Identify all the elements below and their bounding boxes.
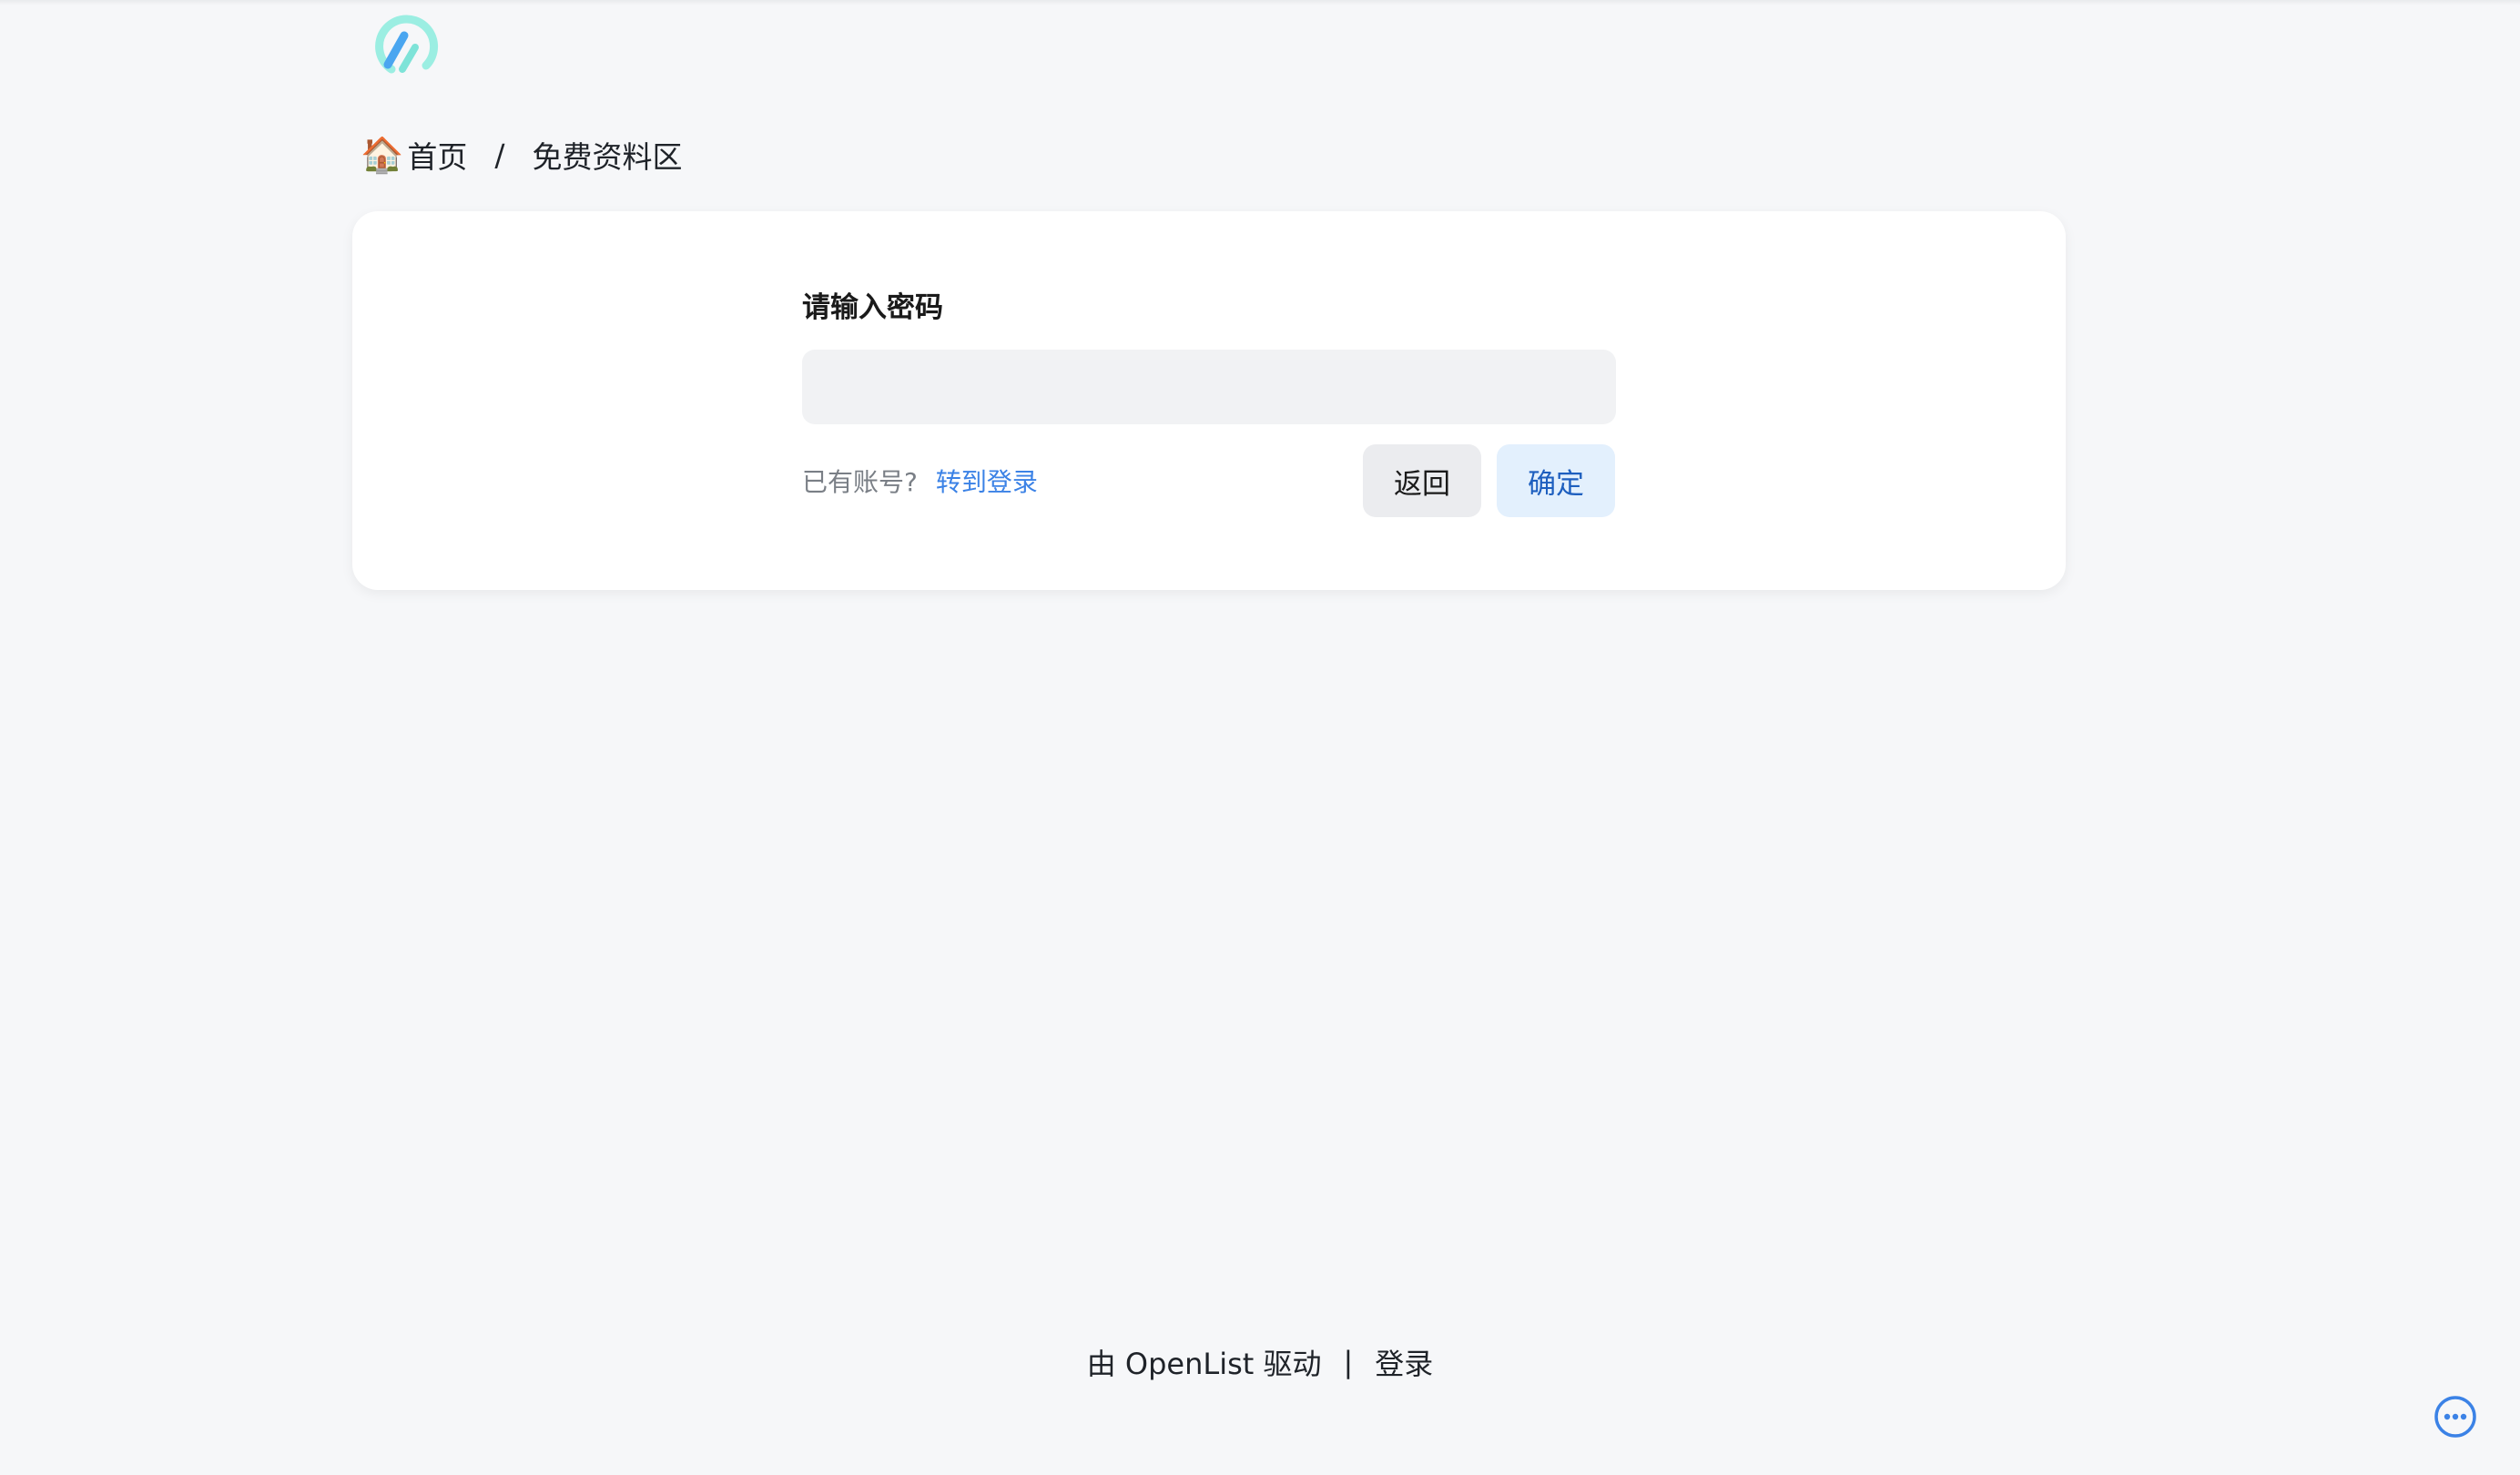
password-card: 请输入密码 已有账号? 转到登录 返回 确定 (352, 211, 2066, 590)
footer-login-link[interactable]: 登录 (1375, 1341, 1433, 1383)
password-input[interactable] (802, 350, 1616, 424)
login-hint: 已有账号? 转到登录 (802, 463, 1038, 499)
back-button[interactable]: 返回 (1363, 444, 1481, 517)
openlist-logo-icon[interactable] (371, 15, 441, 84)
go-to-login-link[interactable]: 转到登录 (936, 463, 1038, 499)
password-title: 请输入密码 (802, 291, 943, 324)
footer: 由 OpenList 驱动 | 登录 (0, 1335, 2520, 1389)
top-bar-shadow (0, 0, 2520, 5)
house-icon[interactable]: 🏠 (361, 137, 403, 172)
powered-by-text: 由 OpenList 驱动 (1086, 1347, 1322, 1381)
breadcrumb: 🏠 首页 / 免费资料区 (361, 127, 682, 182)
has-account-text: 已有账号? (802, 467, 918, 497)
breadcrumb-separator: / (494, 137, 505, 173)
footer-separator: | (1343, 1345, 1354, 1379)
breadcrumb-current[interactable]: 免费资料区 (532, 133, 682, 177)
top-bar (0, 0, 2520, 96)
more-horizontal-circle-icon[interactable] (2433, 1394, 2478, 1439)
confirm-button[interactable]: 确定 (1497, 444, 1615, 517)
breadcrumb-home-link[interactable]: 首页 (407, 133, 467, 177)
